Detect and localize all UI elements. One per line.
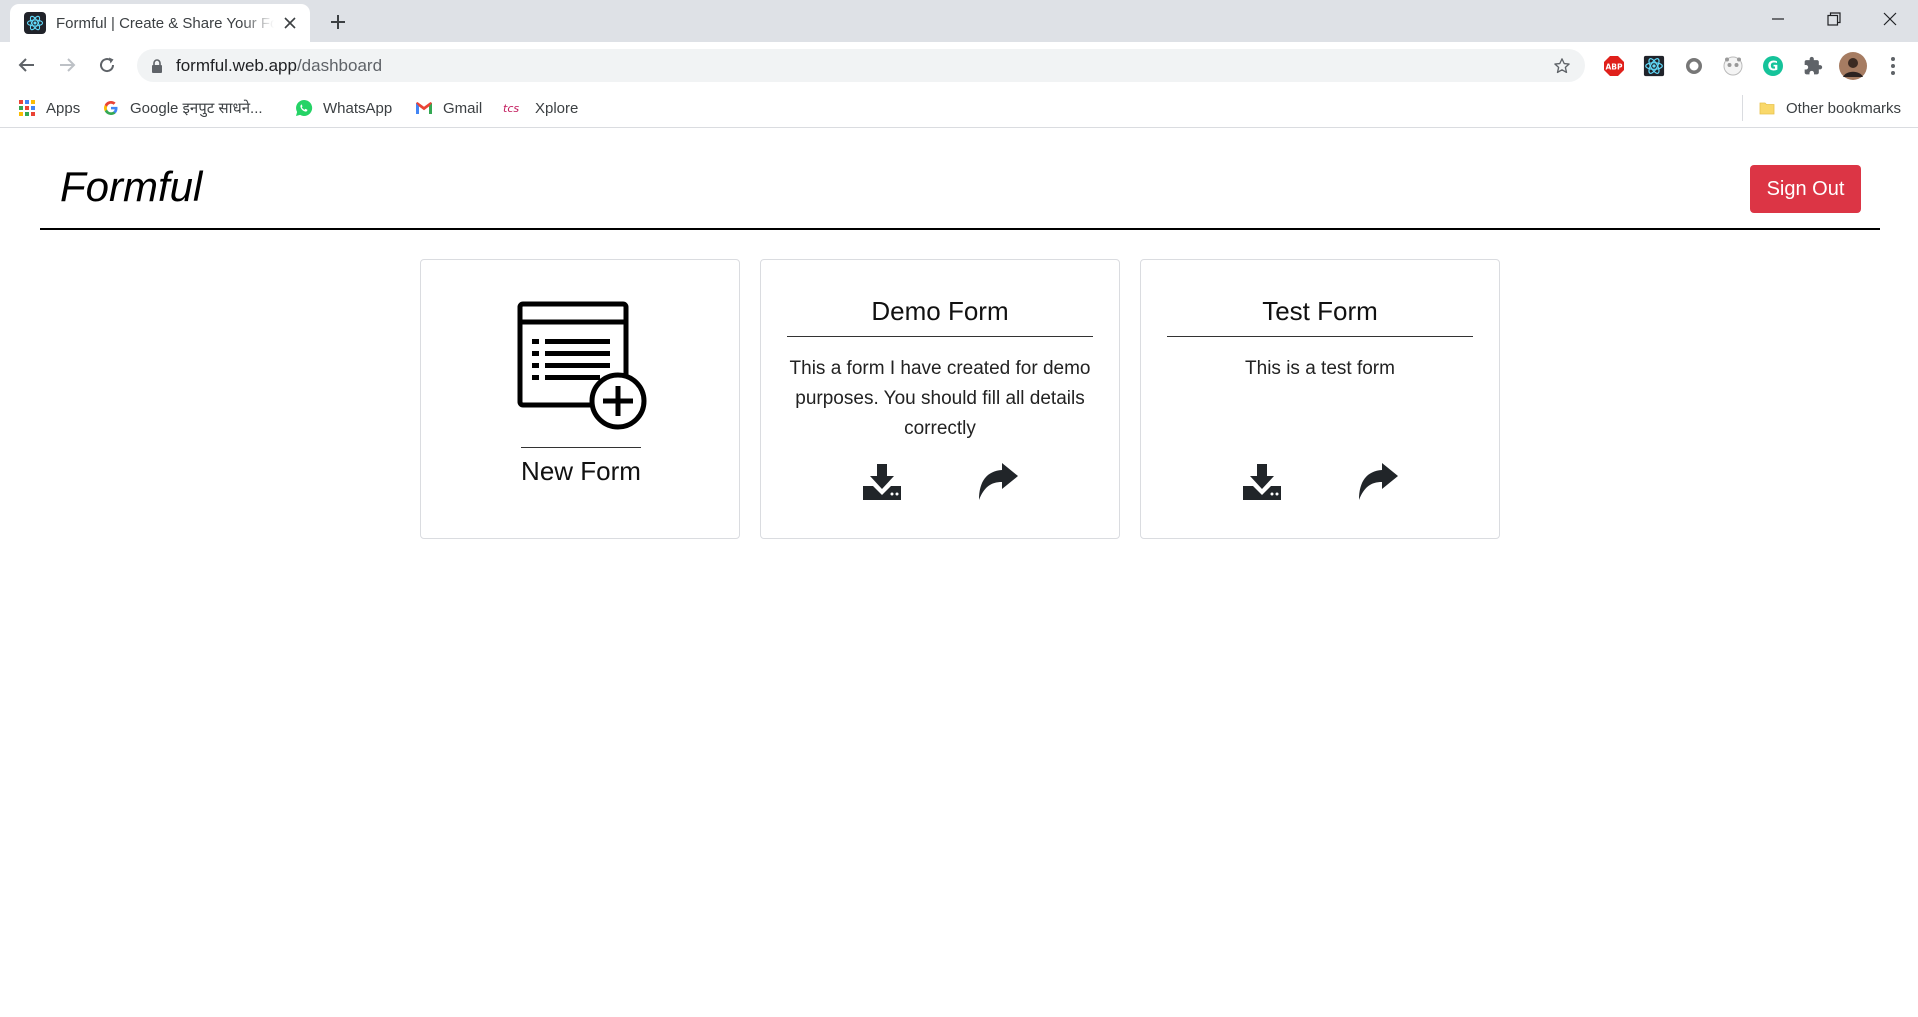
restore-icon[interactable] <box>1806 0 1862 38</box>
svg-text:G: G <box>1768 60 1779 75</box>
circle-extension-icon[interactable] <box>1681 53 1707 79</box>
close-tab-icon[interactable] <box>280 13 300 33</box>
bookmark-label: Xplore <box>535 99 579 117</box>
bookmarks-separator <box>1742 95 1743 121</box>
bookmark-label: Gmail <box>443 99 483 117</box>
bookmark-whatsapp[interactable]: WhatsApp <box>295 96 392 120</box>
tcs-icon: tcs <box>503 99 525 117</box>
gmail-icon <box>415 99 433 117</box>
bookmark-label: Google इनपुट साधने... <box>130 100 263 117</box>
apps-grid-icon <box>18 99 36 117</box>
tab-title: Formful | Create & Share Your Forms <box>56 14 274 32</box>
bookmark-xplore[interactable]: tcs Xplore <box>503 96 578 120</box>
form-actions <box>761 460 1119 504</box>
new-form-card[interactable]: New Form <box>420 259 740 539</box>
bookmark-label: WhatsApp <box>323 99 393 117</box>
new-form-icon <box>517 300 647 435</box>
back-icon[interactable] <box>12 50 42 80</box>
share-icon[interactable] <box>1356 460 1400 504</box>
form-title-divider <box>1167 336 1473 337</box>
form-title-divider <box>787 336 1093 337</box>
form-actions <box>1141 460 1499 504</box>
other-bookmarks[interactable]: Other bookmarks <box>1758 96 1901 120</box>
minimize-icon[interactable] <box>1750 0 1806 38</box>
extensions-puzzle-icon[interactable] <box>1800 53 1826 79</box>
header-divider <box>40 228 1880 230</box>
new-form-label: New Form <box>521 456 641 486</box>
form-title[interactable]: Demo Form <box>761 296 1119 327</box>
url-host: formful.web.app <box>176 55 297 75</box>
download-icon[interactable] <box>860 460 904 504</box>
panda-extension-icon[interactable] <box>1720 53 1746 79</box>
whatsapp-icon <box>295 99 313 117</box>
tab-strip: Formful | Create & Share Your Forms <box>0 0 1918 42</box>
forward-icon[interactable] <box>52 50 82 80</box>
folder-icon <box>1758 99 1776 117</box>
bookmark-gmail[interactable]: Gmail <box>415 96 482 120</box>
share-icon[interactable] <box>976 460 1020 504</box>
form-description: This a form I have created for demo purp… <box>789 358 1091 439</box>
grammarly-icon[interactable]: G <box>1760 53 1786 79</box>
url-path: /dashboard <box>296 55 383 75</box>
bookmark-star-icon[interactable] <box>1551 55 1573 77</box>
google-icon <box>102 99 120 117</box>
address-bar[interactable]: formful.web.app/dashboard <box>137 49 1585 82</box>
form-description: This is a test form <box>1245 358 1395 379</box>
sign-out-button[interactable]: Sign Out <box>1750 165 1861 213</box>
form-card: Test Form This is a test form <box>1140 259 1500 539</box>
profile-avatar[interactable] <box>1838 51 1868 81</box>
other-bookmarks-label: Other bookmarks <box>1786 99 1902 117</box>
download-icon[interactable] <box>1240 460 1284 504</box>
new-form-divider <box>521 447 641 448</box>
lock-icon[interactable] <box>151 58 163 73</box>
react-devtools-icon[interactable] <box>1641 53 1667 79</box>
bookmark-google-input[interactable]: Google इनपुट साधने... <box>102 96 263 120</box>
bookmark-label: Apps <box>46 99 81 117</box>
form-title[interactable]: Test Form <box>1141 296 1499 327</box>
svg-text:ABP: ABP <box>1605 63 1623 72</box>
bookmarks-bar: Apps Google इनपुट साधने... WhatsApp Gmai… <box>0 88 1918 128</box>
new-tab-button[interactable] <box>325 9 351 35</box>
close-window-icon[interactable] <box>1862 0 1918 38</box>
chrome-menu-icon[interactable] <box>1880 53 1906 79</box>
form-card: Demo Form This a form I have created for… <box>760 259 1120 539</box>
reload-icon[interactable] <box>92 50 122 80</box>
browser-tab[interactable]: Formful | Create & Share Your Forms <box>10 4 310 42</box>
svg-text:tcs: tcs <box>503 102 519 115</box>
browser-toolbar: formful.web.app/dashboard ABP G <box>0 42 1918 88</box>
adblock-plus-icon[interactable]: ABP <box>1601 53 1627 79</box>
bookmark-apps[interactable]: Apps <box>18 96 80 120</box>
brand-logo[interactable]: Formful <box>60 163 202 211</box>
react-favicon-icon <box>24 12 46 34</box>
